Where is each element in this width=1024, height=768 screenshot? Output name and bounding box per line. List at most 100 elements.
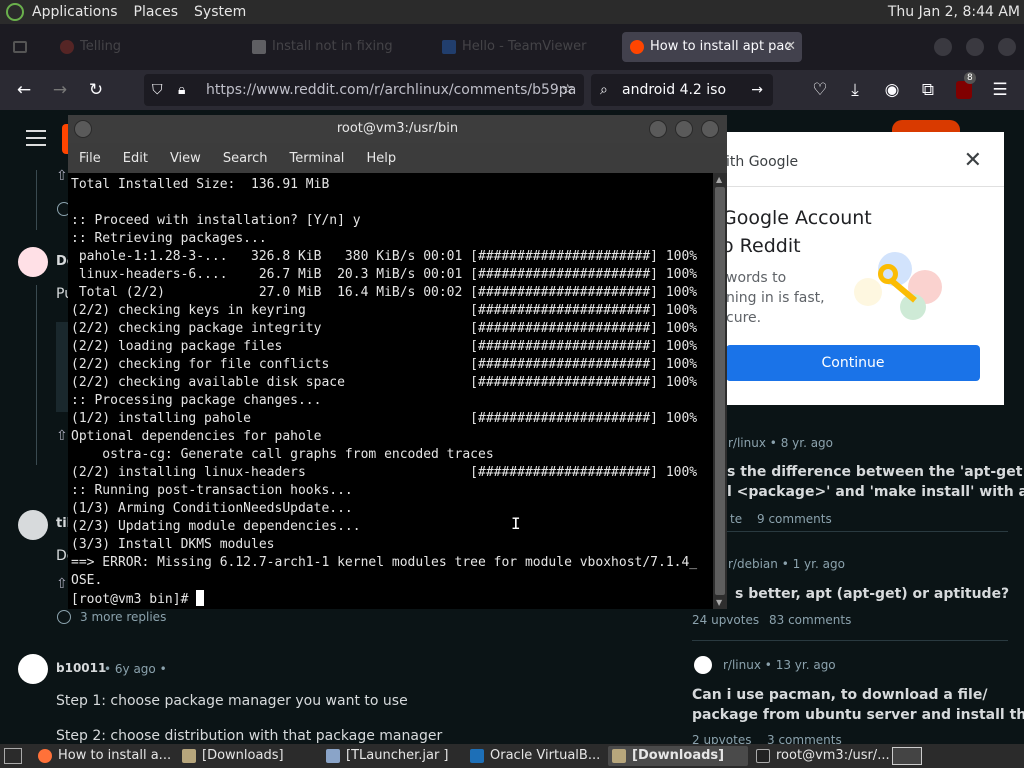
- scroll-up-icon[interactable]: ▲: [716, 175, 722, 184]
- workspace-switcher[interactable]: [892, 747, 922, 765]
- scrollbar-thumb[interactable]: [715, 187, 725, 595]
- extensions-icon[interactable]: ⧉: [916, 78, 940, 102]
- avatar[interactable]: [18, 654, 48, 684]
- thread-line: [36, 170, 37, 230]
- lock-icon[interactable]: 🔒︎: [178, 74, 185, 106]
- more-replies-icon[interactable]: [57, 610, 71, 624]
- text-cursor-icon: I: [511, 514, 521, 533]
- google-signin-popup: ith Google ✕ Google Account o Reddit wor…: [722, 132, 1004, 405]
- tab-favicon-icon: [442, 40, 456, 54]
- tab-label: Hello - TeamViewer: [462, 39, 587, 54]
- folder-icon: [182, 749, 196, 763]
- places-menu[interactable]: Places: [126, 0, 187, 24]
- taskbar-item-downloads[interactable]: [Downloads]: [178, 746, 318, 766]
- related-community[interactable]: r/linux • 13 yr. ago: [723, 658, 836, 672]
- trash-icon: [252, 40, 266, 54]
- upvote-icon[interactable]: ⇧: [56, 576, 68, 592]
- virtualbox-icon: [470, 749, 484, 763]
- key-illustration-icon: [850, 248, 970, 328]
- avatar[interactable]: [18, 510, 48, 540]
- reddit-favicon-icon: [630, 40, 644, 54]
- maximize-button[interactable]: [675, 120, 693, 138]
- tab-3[interactable]: Hello - TeamViewer: [434, 32, 614, 62]
- firefox-view-icon[interactable]: [8, 32, 32, 62]
- search-go-icon[interactable]: →: [751, 74, 763, 106]
- tab-active[interactable]: How to install apt pac ✕: [622, 32, 802, 62]
- browser-nav-bar: ← → ↻ ⛉ 🔒︎ https://www.reddit.com/r/arch…: [0, 70, 1024, 110]
- tab-label: Telling: [80, 39, 122, 54]
- upvote-icon[interactable]: ⇧: [56, 168, 68, 184]
- avatar[interactable]: [18, 247, 48, 277]
- taskbar-item-virtualbox[interactable]: Oracle VirtualB...: [466, 746, 606, 766]
- url-bar[interactable]: ⛉ 🔒︎ https://www.reddit.com/r/archlinux/…: [144, 74, 584, 106]
- clock[interactable]: Thu Jan 2, 8:44 AM: [888, 0, 1020, 24]
- comment-author[interactable]: b10011: [56, 661, 106, 675]
- applications-menu[interactable]: Applications: [24, 0, 126, 24]
- search-bar[interactable]: ⌕ android 4.2 iso →: [591, 74, 773, 106]
- comment-text: Step 1: choose package manager you want …: [56, 693, 408, 709]
- menu-file[interactable]: File: [68, 151, 112, 166]
- upvote-icon[interactable]: ⇧: [56, 428, 68, 444]
- search-input[interactable]: android 4.2 iso: [622, 82, 726, 98]
- terminal-screen[interactable]: Total Installed Size: 136.91 MiB :: Proc…: [68, 173, 713, 609]
- thread-line: [36, 285, 37, 465]
- taskbar-item-tlauncher[interactable]: [TLauncher.jar ]: [322, 746, 462, 766]
- distro-logo-icon[interactable]: [6, 3, 24, 21]
- taskbar-item-terminal[interactable]: root@vm3:/usr/...: [752, 746, 892, 766]
- tab-1[interactable]: Telling: [52, 32, 232, 62]
- terminal-output: Total Installed Size: 136.91 MiB :: Proc…: [71, 177, 698, 607]
- more-replies-link[interactable]: 3 more replies: [80, 610, 166, 624]
- tab-close-icon[interactable]: ✕: [785, 32, 796, 62]
- minimize-button[interactable]: [649, 120, 667, 138]
- terminal-menubar: File Edit View Search Terminal Help: [68, 143, 727, 173]
- close-button[interactable]: [701, 120, 719, 138]
- comment-age: • 6y ago •: [104, 662, 167, 676]
- shield-icon[interactable]: ⛉: [152, 74, 163, 106]
- divider: [726, 186, 1004, 187]
- related-community[interactable]: r/linux • 8 yr. ago: [728, 436, 833, 450]
- related-post-title[interactable]: s better, apt (apt-get) or aptitude?: [735, 584, 1009, 604]
- pocket-icon[interactable]: ♡: [808, 78, 832, 102]
- related-comments[interactable]: 9 comments: [757, 512, 832, 526]
- minimize-button[interactable]: [934, 38, 952, 56]
- forward-icon[interactable]: →: [48, 78, 72, 102]
- popup-title: ith Google: [726, 154, 799, 170]
- hamburger-icon[interactable]: [26, 130, 46, 146]
- taskbar-item-firefox[interactable]: How to install a...: [34, 746, 174, 766]
- menu-terminal[interactable]: Terminal: [278, 151, 355, 166]
- menu-edit[interactable]: Edit: [112, 151, 159, 166]
- popup-body: words to ning in is fast, cure.: [726, 270, 825, 326]
- menu-search[interactable]: Search: [212, 151, 279, 166]
- close-window-button[interactable]: [998, 38, 1016, 56]
- close-icon[interactable]: ✕: [964, 148, 982, 173]
- tab-label: How to install apt pac: [650, 39, 792, 54]
- related-post-title[interactable]: Can i use pacman, to download a file/ pa…: [692, 685, 1024, 725]
- window-menu-button[interactable]: [74, 120, 92, 138]
- reload-icon[interactable]: ↻: [84, 78, 108, 102]
- terminal-title: root@vm3:/usr/bin: [336, 121, 459, 136]
- ublock-icon[interactable]: 8: [952, 72, 976, 102]
- related-post-title[interactable]: s the difference between the 'apt-get l …: [727, 462, 1024, 502]
- terminal-cursor: [196, 590, 205, 606]
- downloads-icon[interactable]: ⤓: [843, 78, 867, 102]
- menu-icon[interactable]: ☰: [988, 78, 1012, 102]
- scroll-down-icon[interactable]: ▼: [716, 598, 722, 607]
- account-icon[interactable]: ◉: [880, 78, 904, 102]
- bookmark-star-icon[interactable]: ☆: [561, 74, 574, 106]
- terminal-window: root@vm3:/usr/bin File Edit View Search …: [68, 115, 727, 609]
- maximize-button[interactable]: [966, 38, 984, 56]
- related-comments[interactable]: 83 comments: [769, 613, 851, 627]
- menu-help[interactable]: Help: [355, 151, 407, 166]
- terminal-scrollbar[interactable]: ▲ ▼: [713, 173, 727, 609]
- back-icon[interactable]: ←: [12, 78, 36, 102]
- comment-text: Step 2: choose distribution with that pa…: [56, 728, 443, 744]
- top-panel: Applications Places System Thu Jan 2, 8:…: [0, 0, 1024, 24]
- related-community[interactable]: r/debian • 1 yr. ago: [728, 557, 845, 571]
- continue-button[interactable]: Continue: [726, 345, 980, 381]
- taskbar-item-downloads-active[interactable]: [Downloads]: [608, 746, 748, 766]
- tab-2[interactable]: Install not in fixing: [244, 32, 424, 62]
- system-menu[interactable]: System: [186, 0, 254, 24]
- menu-view[interactable]: View: [159, 151, 212, 166]
- terminal-titlebar[interactable]: root@vm3:/usr/bin: [68, 115, 727, 143]
- show-desktop-icon[interactable]: [4, 748, 22, 764]
